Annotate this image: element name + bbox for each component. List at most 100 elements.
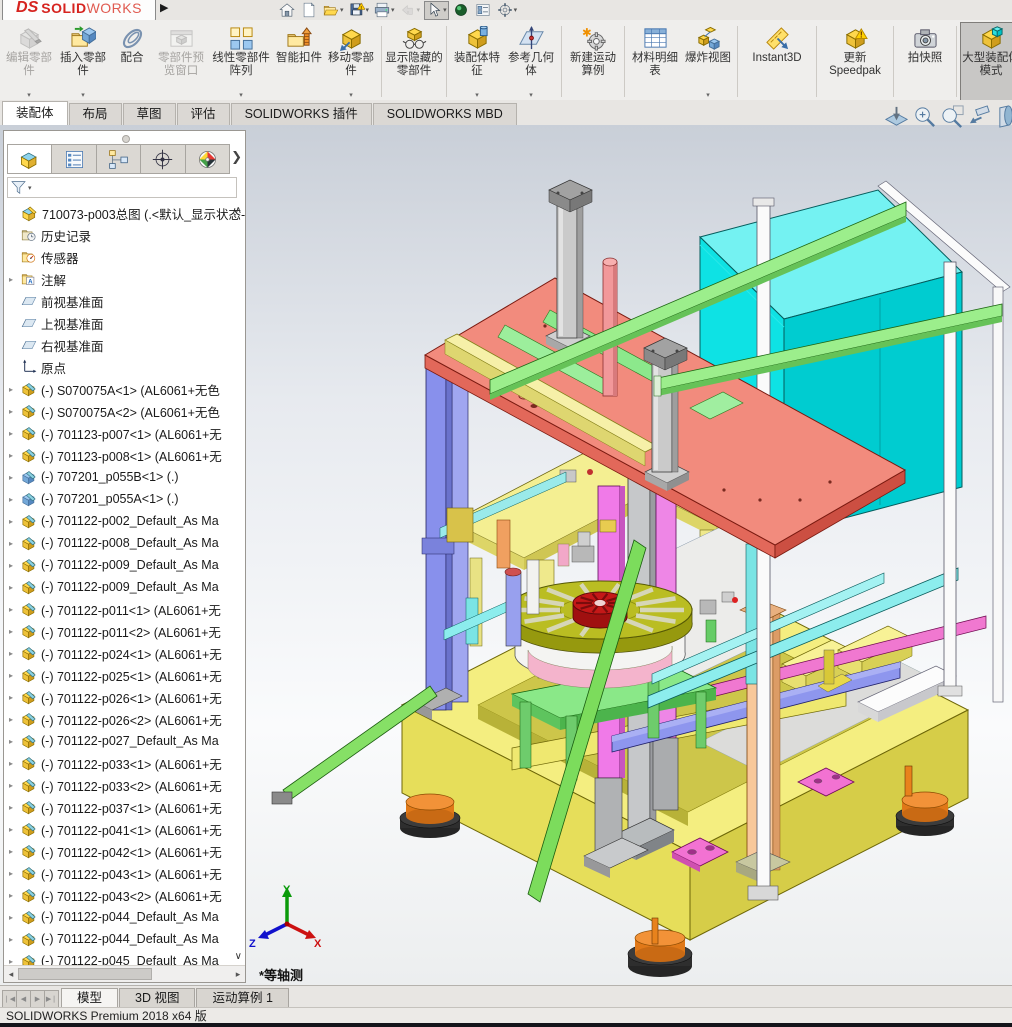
- tree-item[interactable]: ▸ (-) S070075A<2> (AL6061+无色: [4, 400, 245, 422]
- panel-tabs-overflow-icon[interactable]: ❯: [231, 149, 242, 165]
- command-tab[interactable]: 评估: [177, 103, 230, 125]
- tree-item[interactable]: ▸ (-) 707201_p055A<1> (.): [4, 488, 245, 510]
- document-tab[interactable]: 运动算例 1: [196, 988, 288, 1008]
- featuremanager-tab[interactable]: [7, 144, 52, 174]
- magnifier-icon[interactable]: [912, 104, 937, 129]
- quick-access-button[interactable]: ! ▾: [348, 1, 371, 19]
- tree-item[interactable]: 上视基准面: [4, 312, 245, 334]
- quick-access-button[interactable]: ▾: [496, 1, 519, 19]
- expand-arrow-icon[interactable]: ▸: [4, 913, 21, 922]
- quick-access-button[interactable]: ▾: [424, 1, 449, 20]
- tree-item[interactable]: ▸ (-) 701122-p033<1> (AL6061+无: [4, 752, 245, 774]
- document-tab[interactable]: 3D 视图: [119, 988, 195, 1008]
- expand-arrow-icon[interactable]: ▸: [4, 759, 21, 768]
- ribbon-button[interactable]: 爆炸视图 ▾: [682, 22, 734, 101]
- expand-arrow-icon[interactable]: ▸: [4, 935, 21, 944]
- expand-arrow-icon[interactable]: ▸: [4, 429, 21, 438]
- tree-item[interactable]: ▸ (-) 707201_p055B<1> (.): [4, 466, 245, 488]
- zoom-to-area-icon[interactable]: [940, 104, 965, 129]
- tree-item[interactable]: ▸ (-) 701122-p044_Default_As Ma: [4, 928, 245, 950]
- tree-item[interactable]: ▸ (-) 701122-p009_Default_As Ma: [4, 576, 245, 598]
- expand-arrow-icon[interactable]: ▸: [4, 803, 21, 812]
- tree-scroll-down-icon[interactable]: ∨: [235, 951, 242, 962]
- command-tab[interactable]: 布局: [69, 103, 122, 125]
- cad-assembly-model[interactable]: [240, 125, 1012, 985]
- expand-arrow-icon[interactable]: ▸: [4, 605, 21, 614]
- quick-access-button[interactable]: ▾: [373, 1, 396, 19]
- expand-arrow-icon[interactable]: ▸: [4, 671, 21, 680]
- expand-arrow-icon[interactable]: ▸: [4, 385, 21, 394]
- ribbon-button[interactable]: ! 更新 Speedpak: [820, 22, 890, 101]
- tree-item[interactable]: 历史记录: [4, 224, 245, 246]
- expand-arrow-icon[interactable]: ▸: [4, 583, 21, 592]
- expand-arrow-icon[interactable]: ▸: [4, 957, 21, 966]
- expand-arrow-icon[interactable]: ▸: [4, 649, 21, 658]
- tree-item[interactable]: ▸ (-) 701122-p011<1> (AL6061+无: [4, 598, 245, 620]
- tree-root-item[interactable]: 710073-p003总图 (.<默认_显示状态-: [4, 202, 245, 224]
- tree-item[interactable]: ▸ (-) 701122-p043<1> (AL6061+无: [4, 862, 245, 884]
- quick-access-button[interactable]: [474, 1, 493, 19]
- command-tab[interactable]: SOLIDWORKS MBD: [373, 103, 517, 125]
- document-tab[interactable]: 模型: [61, 988, 118, 1008]
- propertymanager-tab[interactable]: [51, 144, 96, 174]
- ribbon-button[interactable]: 显示隐藏的零部件: [385, 22, 443, 101]
- tree-item[interactable]: ▸ (-) 701122-p026<1> (AL6061+无: [4, 686, 245, 708]
- expand-arrow-icon[interactable]: ▸: [4, 539, 21, 548]
- command-tab[interactable]: 装配体: [2, 101, 68, 125]
- ribbon-button[interactable]: 零部件预览窗口: [154, 22, 208, 101]
- previous-view-icon[interactable]: [968, 104, 993, 129]
- displaymanager-tab[interactable]: [185, 144, 230, 174]
- expand-arrow-icon[interactable]: ▸: [4, 451, 21, 460]
- ribbon-button[interactable]: [381, 26, 382, 97]
- tree-item[interactable]: 右视基准面: [4, 334, 245, 356]
- ribbon-button[interactable]: 装配体特征 ▾: [450, 22, 504, 101]
- menu-flyout-arrow-icon[interactable]: ▶: [160, 1, 168, 14]
- quick-access-button[interactable]: ▾: [399, 1, 422, 19]
- tree-item[interactable]: ▸ (-) S070075A<1> (AL6061+无色: [4, 378, 245, 400]
- tree-item[interactable]: ▸ (-) 701123-p008<1> (AL6061+无: [4, 444, 245, 466]
- expand-arrow-icon[interactable]: ▸: [4, 715, 21, 724]
- ribbon-button[interactable]: 线性零部件阵列 ▾: [208, 22, 274, 101]
- ribbon-button[interactable]: 插入零部件 ▾: [56, 22, 110, 101]
- ribbon-button[interactable]: 编辑零部件 ▾: [2, 22, 56, 101]
- ribbon-button[interactable]: [893, 26, 894, 97]
- expand-arrow-icon[interactable]: ▸: [4, 781, 21, 790]
- ribbon-button[interactable]: [446, 26, 447, 97]
- tree-item[interactable]: ▸ (-) 701122-p027_Default_As Ma: [4, 730, 245, 752]
- tree-filter-box[interactable]: ▾: [7, 177, 237, 198]
- tree-horizontal-scrollbar[interactable]: ◂ ▸: [4, 965, 245, 982]
- tab-nav-button[interactable]: ◀: [16, 990, 31, 1008]
- tree-scroll-up-icon[interactable]: ∧: [235, 205, 242, 216]
- expand-arrow-icon[interactable]: ▸: [4, 517, 21, 526]
- ribbon-button[interactable]: 参考几何体 ▾: [504, 22, 558, 101]
- expand-arrow-icon[interactable]: ▸: [4, 869, 21, 878]
- command-tab[interactable]: 草图: [123, 103, 176, 125]
- expand-arrow-icon[interactable]: ▸: [4, 693, 21, 702]
- tree-item[interactable]: ▸ (-) 701122-p025<1> (AL6061+无: [4, 664, 245, 686]
- expand-arrow-icon[interactable]: ▸: [4, 473, 21, 482]
- tab-nav-button[interactable]: ❘◀: [2, 990, 17, 1008]
- tree-item[interactable]: ▸ (-) 701122-p037<1> (AL6061+无: [4, 796, 245, 818]
- tree-item[interactable]: ▸ (-) 701122-p043<2> (AL6061+无: [4, 884, 245, 906]
- expand-arrow-icon[interactable]: ▸: [4, 561, 21, 570]
- quick-access-button[interactable]: [300, 1, 319, 19]
- tab-nav-button[interactable]: ▶❘: [44, 990, 59, 1008]
- tree-item[interactable]: ▸ (-) 701122-p026<2> (AL6061+无: [4, 708, 245, 730]
- ribbon-button[interactable]: [956, 26, 957, 97]
- zoom-to-fit-icon[interactable]: [884, 104, 909, 129]
- command-tab[interactable]: SOLIDWORKS 插件: [231, 103, 372, 125]
- scroll-left-icon[interactable]: ◂: [4, 966, 18, 982]
- tree-item[interactable]: ▸ (-) 701122-p024<1> (AL6061+无: [4, 642, 245, 664]
- quick-access-button[interactable]: ▾: [322, 1, 345, 19]
- tree-item[interactable]: ▸ A 注解: [4, 268, 245, 290]
- ribbon-button[interactable]: 智能扣件: [274, 22, 324, 101]
- scrollbar-thumb[interactable]: [18, 968, 152, 980]
- ribbon-button[interactable]: 材料明细表: [628, 22, 682, 101]
- dimxpertmanager-tab[interactable]: [140, 144, 185, 174]
- expand-arrow-icon[interactable]: ▸: [4, 275, 21, 284]
- tree-item[interactable]: ▸ (-) 701122-p009_Default_As Ma: [4, 554, 245, 576]
- expand-arrow-icon[interactable]: ▸: [4, 847, 21, 856]
- ribbon-button[interactable]: [624, 26, 625, 97]
- section-view-icon[interactable]: [996, 104, 1012, 129]
- ribbon-button[interactable]: 大型装配体模式: [960, 22, 1012, 101]
